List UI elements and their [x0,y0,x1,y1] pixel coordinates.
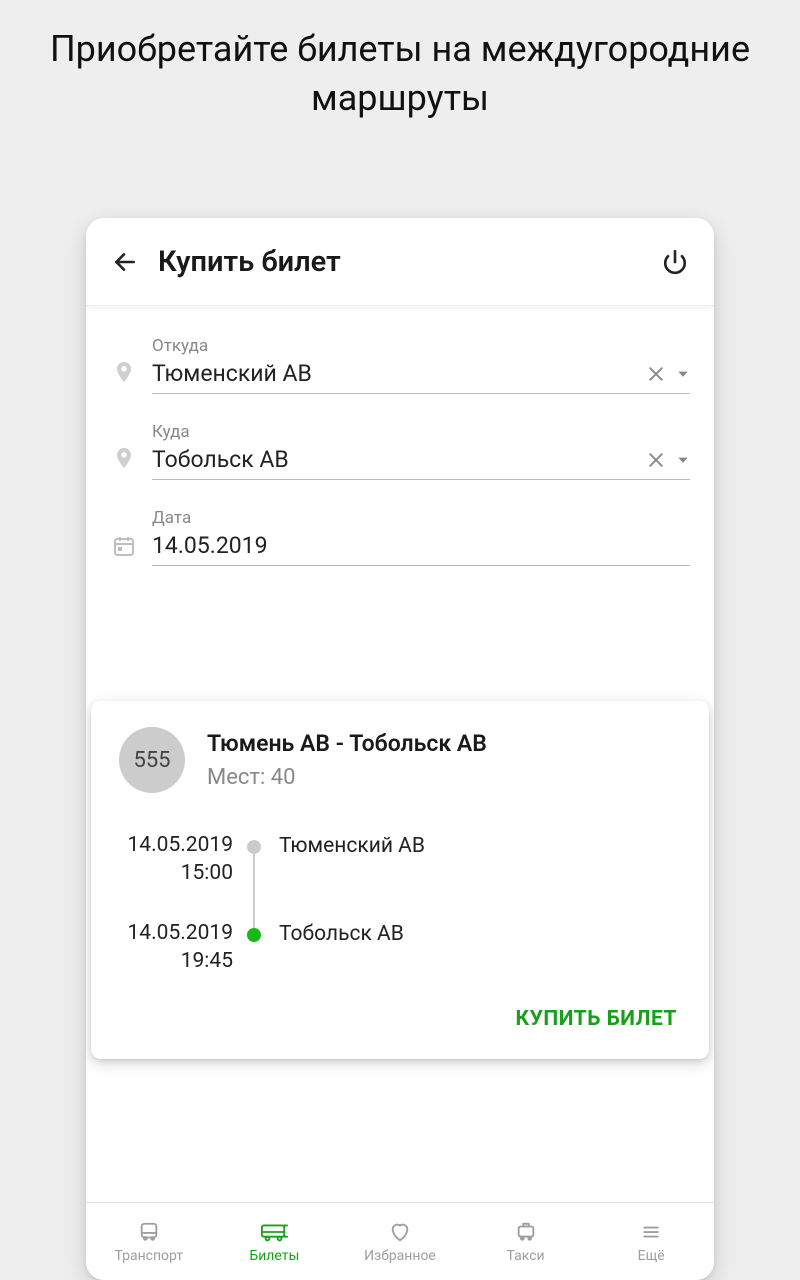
to-field[interactable]: Куда Тобольск АВ [110,422,690,480]
trip-result-card: 555 Тюмень АВ - Тобольск АВ Мест: 40 14.… [91,701,709,1059]
nav-favorites[interactable]: Избранное [337,1203,463,1280]
bus-side-icon [260,1220,288,1244]
back-icon[interactable] [110,247,140,277]
departure-stop: 14.05.2019 15:00 Тюменский АВ [119,833,681,885]
timeline-dot-icon [247,928,261,942]
clear-from-icon[interactable] [646,364,666,384]
nav-label: Избранное [364,1248,436,1264]
nav-tickets[interactable]: Билеты [212,1203,338,1280]
date-field[interactable]: Дата 14.05.2019 [110,508,690,566]
calendar-icon [110,534,138,558]
route-name: Тюмень АВ - Тобольск АВ [207,730,681,757]
departure-station: Тюменский АВ [279,834,425,858]
dropdown-to-icon[interactable] [676,453,690,467]
arrival-time: 19:45 [119,949,233,973]
location-pin-icon [110,358,138,386]
arrival-stop: 14.05.2019 19:45 Тобольск АВ [119,921,681,973]
date-label: Дата [152,508,690,528]
arrival-date: 14.05.2019 [119,921,233,945]
date-value: 14.05.2019 [152,532,690,559]
dropdown-from-icon[interactable] [676,367,690,381]
clear-to-icon[interactable] [646,450,666,470]
departure-time: 15:00 [119,861,233,885]
app-bar: Купить билет [86,218,714,306]
bottom-nav: Транспорт Билеты Избранное Такси Ещё [86,1202,714,1280]
nav-label: Билеты [249,1248,299,1264]
nav-transport[interactable]: Транспорт [86,1203,212,1280]
from-field[interactable]: Откуда Тюменский АВ [110,336,690,394]
timeline-dot-icon [247,840,261,854]
to-value: Тобольск АВ [152,446,646,473]
nav-more[interactable]: Ещё [588,1203,714,1280]
bus-front-icon [135,1220,163,1244]
buy-ticket-button[interactable]: КУПИТЬ БИЛЕТ [512,999,681,1039]
power-icon[interactable] [660,247,690,277]
to-label: Куда [152,422,690,442]
nav-label: Ещё [638,1248,665,1264]
seats-available: Мест: 40 [207,765,681,790]
app-screen: Купить билет Откуда Тюменский АВ [86,218,714,1280]
timeline-connector [253,851,255,937]
page-title: Купить билет [158,245,660,279]
nav-label: Транспорт [114,1248,183,1264]
heart-icon [386,1220,414,1244]
from-value: Тюменский АВ [152,360,646,387]
route-number-badge: 555 [119,727,185,793]
arrival-station: Тобольск АВ [279,922,404,946]
nav-label: Такси [507,1248,545,1264]
search-form: Откуда Тюменский АВ [86,306,714,566]
menu-icon [637,1220,665,1244]
trip-timeline: 14.05.2019 15:00 Тюменский АВ 14.05.2019… [119,833,681,973]
nav-taxi[interactable]: Такси [463,1203,589,1280]
promo-title: Приобретайте билеты на междугородние мар… [0,0,800,122]
from-label: Откуда [152,336,690,356]
taxi-icon [512,1220,540,1244]
departure-date: 14.05.2019 [119,833,233,857]
location-pin-icon [110,444,138,472]
